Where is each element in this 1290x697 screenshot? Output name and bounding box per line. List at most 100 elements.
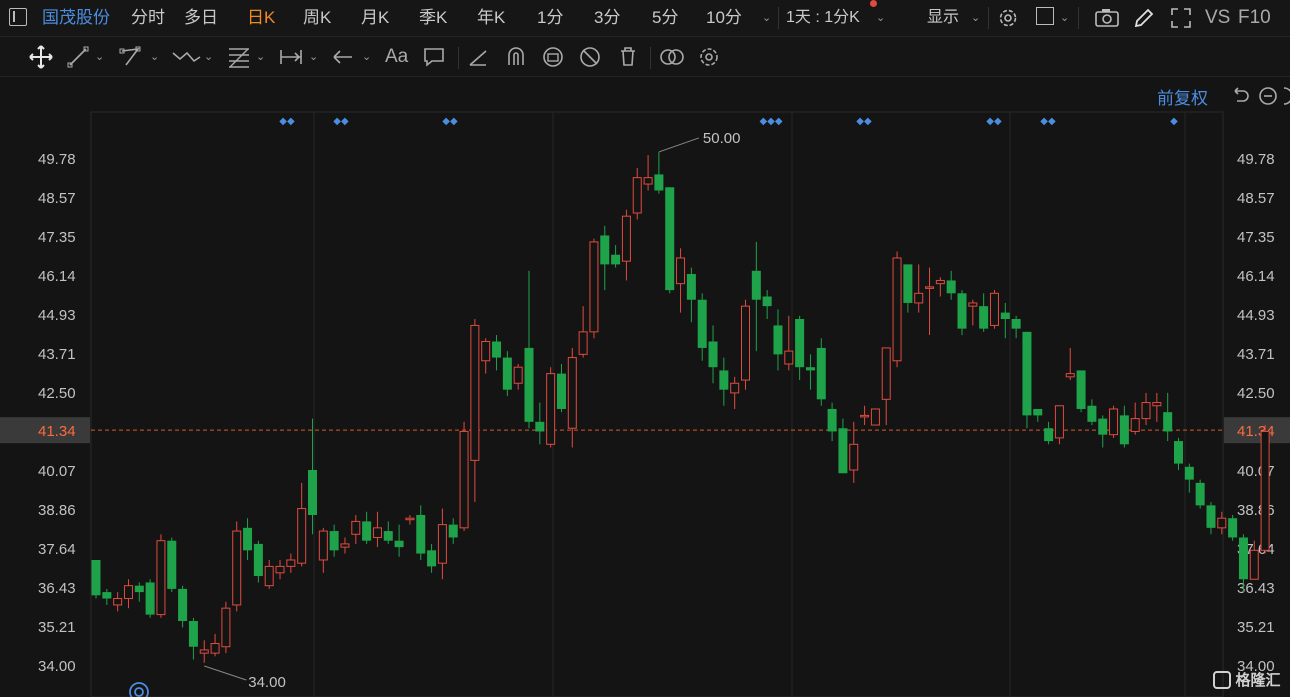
display-menu[interactable]: 显示 [927, 0, 959, 36]
divider [1078, 7, 1079, 29]
candle-body-up [123, 585, 133, 600]
y-tick-label-left: 38.86 [38, 502, 76, 519]
divider [988, 7, 989, 29]
candle-body-down [838, 428, 848, 474]
candle-body-up [546, 373, 556, 445]
panel-toggle-icon[interactable] [9, 8, 27, 26]
y-tick-label-right: 46.14 [1237, 268, 1275, 285]
event-marker-dots: ◆◆◆ [759, 116, 782, 127]
candlestick-chart[interactable]: 49.78 49.78 48.57 48.57 47.35 47.35 46.14 46.14… [0, 77, 1290, 697]
candle-body-down [1022, 331, 1032, 416]
drawing-settings-gear-icon[interactable] [697, 43, 721, 71]
candle-body-up [199, 649, 209, 654]
magnet-icon[interactable] [504, 43, 528, 71]
kline-chart-area[interactable]: 49.78 49.78 48.57 48.57 47.35 47.35 46.14 46.14… [0, 77, 1290, 697]
candle-body-up [621, 215, 631, 262]
watermark-logo-icon [1213, 670, 1231, 689]
fib-tool-icon[interactable] [226, 43, 252, 71]
adjust-mode-button[interactable]: 前复权 [1157, 84, 1208, 109]
interval-selector[interactable]: 1天 : 1分K [786, 0, 860, 36]
measure-tool-icon[interactable] [278, 43, 304, 71]
candle-body-up [1065, 373, 1075, 378]
candle-body-up [676, 257, 686, 285]
candle-body-up [632, 177, 642, 214]
line-tool-icon[interactable] [66, 43, 92, 71]
period-tab-10min[interactable]: 10分 [706, 0, 742, 36]
candle-body-up [914, 292, 924, 304]
period-tab-day-k[interactable]: 日K [247, 0, 275, 36]
event-marker-dots: ◆ [1170, 116, 1178, 127]
candle-body-down [1044, 428, 1054, 442]
chevron-down-icon[interactable]: ⌄ [256, 50, 265, 63]
watermark-logo: 格隆汇 [1213, 669, 1280, 690]
candle-body-down [903, 264, 913, 303]
candle-body-down [308, 470, 317, 515]
y-tick-label-left: 48.57 [38, 190, 76, 207]
chevron-down-icon[interactable]: ⌄ [309, 50, 318, 63]
f10-button[interactable]: F10 [1238, 0, 1271, 36]
candle-body-up [372, 527, 382, 538]
zoom-in-icon[interactable] [1280, 85, 1290, 107]
candle-body-up [578, 331, 588, 355]
event-marker-dots: ◆◆ [279, 116, 295, 127]
period-tab-1min[interactable]: 1分 [537, 0, 563, 36]
candle-body-up [318, 530, 328, 561]
period-tab-week-k[interactable]: 周K [303, 0, 331, 36]
undo-icon[interactable] [1229, 85, 1251, 107]
text-tool-icon[interactable]: Aa [385, 43, 408, 71]
period-tab-duori[interactable]: 多日 [184, 0, 218, 36]
fullscreen-icon[interactable] [1169, 6, 1193, 30]
y-tick-label-right: 48.57 [1237, 190, 1275, 207]
chevron-down-icon[interactable]: ⌄ [876, 11, 885, 24]
y-tick-label-right: 47.35 [1237, 229, 1275, 246]
candle-body-down [827, 408, 837, 432]
pencil-icon[interactable] [1132, 6, 1156, 30]
chevron-down-icon[interactable]: ⌄ [204, 50, 213, 63]
search-target-icon[interactable] [128, 681, 150, 697]
chevron-down-icon[interactable]: ⌄ [971, 11, 980, 24]
hide-drawing-icon[interactable] [578, 43, 602, 71]
chevron-down-icon[interactable]: ⌄ [362, 50, 371, 63]
comment-tool-icon[interactable] [422, 43, 446, 71]
lock-drawing-icon[interactable] [541, 43, 565, 71]
candle-body-up [870, 408, 880, 426]
camera-icon[interactable] [1094, 6, 1120, 30]
candle-body-up [1109, 408, 1119, 436]
candle-body-up [1054, 405, 1064, 439]
candle-body-down [1087, 405, 1097, 422]
candle-body-down [719, 370, 729, 390]
candle-body-down [1195, 482, 1205, 506]
y-tick-label-left: 43.71 [38, 346, 76, 363]
zoom-out-icon[interactable] [1257, 85, 1279, 107]
angle-tool-icon[interactable] [466, 43, 490, 71]
period-tab-year-k[interactable]: 年K [477, 0, 505, 36]
chevron-down-icon[interactable]: ⌄ [1060, 11, 1069, 24]
stock-name[interactable]: 国茂股份 [42, 0, 110, 36]
candle-body-up [567, 357, 577, 429]
candle-body-up [989, 292, 999, 326]
candle-body-up [925, 286, 935, 289]
vs-button[interactable]: VS [1205, 0, 1230, 36]
candle-body-up [849, 443, 859, 471]
move-crosshair-icon[interactable] [28, 43, 54, 71]
arrow-tool-icon[interactable] [330, 43, 356, 71]
settings-gear-icon[interactable] [996, 6, 1020, 30]
compare-icon[interactable] [658, 43, 686, 71]
period-tab-quarter-k[interactable]: 季K [419, 0, 447, 36]
high-marker-label: 50.00 [703, 130, 741, 147]
candle-body-down [708, 341, 718, 368]
low-marker-label: 34.00 [248, 674, 286, 691]
candle-body-down [188, 621, 198, 647]
period-tab-3min[interactable]: 3分 [594, 0, 620, 36]
chevron-down-icon[interactable]: ⌄ [95, 50, 104, 63]
wave-tool-icon[interactable] [170, 43, 202, 71]
event-marker-dots: ◆◆ [856, 116, 872, 127]
layout-box-icon[interactable] [1036, 7, 1054, 25]
trash-icon[interactable] [616, 43, 640, 71]
chevron-down-icon[interactable]: ⌄ [762, 11, 771, 24]
period-tab-fenshi[interactable]: 分时 [131, 0, 165, 36]
period-tab-month-k[interactable]: 月K [361, 0, 389, 36]
chevron-down-icon[interactable]: ⌄ [150, 50, 159, 63]
period-tab-5min[interactable]: 5分 [652, 0, 678, 36]
polyline-tool-icon[interactable] [118, 43, 144, 71]
